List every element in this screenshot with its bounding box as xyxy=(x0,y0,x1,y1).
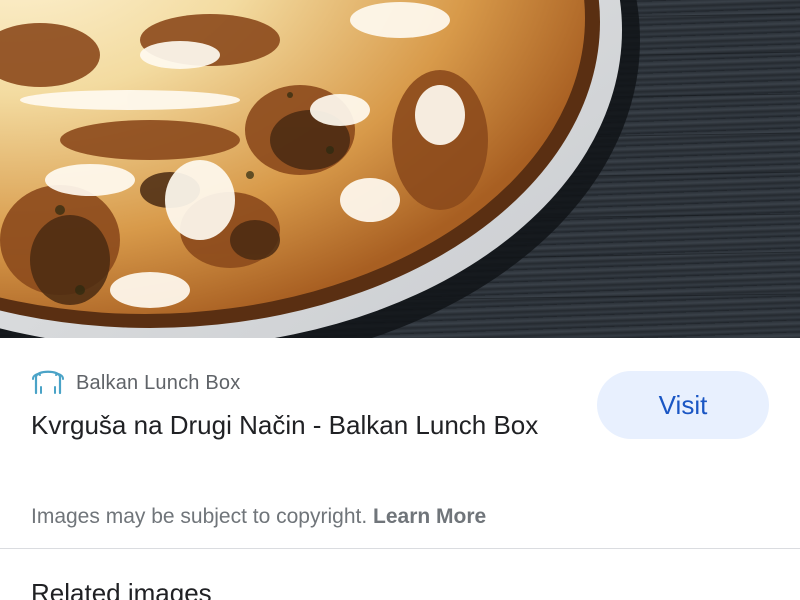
result-title[interactable]: Kvrguša na Drugi Način - Balkan Lunch Bo… xyxy=(31,406,571,445)
learn-more-link[interactable]: Learn More xyxy=(373,505,486,528)
food-photo xyxy=(0,0,800,338)
copyright-text: Images may be subject to copyright. xyxy=(31,505,368,528)
source-row[interactable]: Balkan Lunch Box xyxy=(30,365,240,401)
source-name: Balkan Lunch Box xyxy=(76,371,241,394)
site-favicon-icon xyxy=(30,367,66,399)
visit-button[interactable]: Visit xyxy=(597,371,769,439)
copyright-notice: Images may be subject to copyright. Lear… xyxy=(31,505,486,529)
related-images-heading: Related images xyxy=(31,578,212,600)
section-divider xyxy=(0,548,800,549)
result-image[interactable] xyxy=(0,0,800,338)
image-result-page: Balkan Lunch Box Kvrguša na Drugi Način … xyxy=(0,0,800,600)
